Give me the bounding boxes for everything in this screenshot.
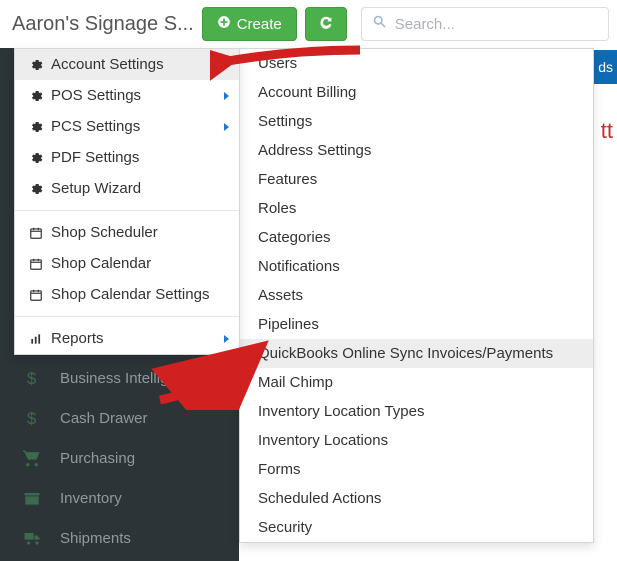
submenu-item[interactable]: Forms — [240, 455, 593, 484]
gear-icon — [29, 89, 43, 103]
submenu-item[interactable]: Pipelines — [240, 310, 593, 339]
submenu-item[interactable]: Security — [240, 513, 593, 542]
shop-name: Aaron's Signage S... — [8, 13, 194, 36]
submenu-item[interactable]: Scheduled Actions — [240, 484, 593, 513]
bar-chart-icon — [29, 332, 43, 346]
gear-icon — [29, 151, 43, 165]
svg-text:$: $ — [27, 369, 36, 388]
menu-shop-calendar[interactable]: Shop Calendar — [15, 248, 239, 279]
chevron-right-icon — [224, 335, 229, 343]
menu-label: PCS Settings — [51, 118, 140, 135]
menu-setup-wizard[interactable]: Setup Wizard — [15, 173, 239, 204]
calendar-icon — [29, 257, 43, 271]
cart-icon — [22, 448, 42, 468]
menu-label: Reports — [51, 330, 104, 347]
refresh-button[interactable] — [305, 7, 347, 41]
truck-icon — [22, 528, 42, 548]
menu-pcs-settings[interactable]: PCS Settings — [15, 111, 239, 142]
page-title-fragment: tt — [601, 118, 613, 144]
dollar-icon: $ — [22, 408, 42, 428]
header: Aaron's Signage S... Create — [0, 0, 617, 48]
menu-label: Account Settings — [51, 56, 164, 73]
submenu-item[interactable]: Inventory Locations — [240, 426, 593, 455]
search-icon — [372, 14, 387, 34]
menu-reports[interactable]: Reports — [15, 323, 239, 354]
menu-separator — [15, 316, 239, 317]
menu-shop-scheduler[interactable]: Shop Scheduler — [15, 217, 239, 248]
submenu-item[interactable]: QuickBooks Online Sync Invoices/Payments — [240, 339, 593, 368]
create-button[interactable]: Create — [202, 7, 297, 41]
chevron-right-icon — [224, 123, 229, 131]
submenu-item[interactable]: Categories — [240, 223, 593, 252]
rail-label: Shipments — [60, 530, 131, 547]
rail-item-shipments[interactable]: Shipments — [0, 518, 239, 558]
submenu-item[interactable]: Roles — [240, 194, 593, 223]
menu-separator — [15, 210, 239, 211]
submenu-item[interactable]: Inventory Location Types — [240, 397, 593, 426]
calendar-icon — [29, 288, 43, 302]
menu-label: POS Settings — [51, 87, 141, 104]
account-settings-submenu: UsersAccount BillingSettingsAddress Sett… — [239, 48, 594, 543]
submenu-item[interactable]: Address Settings — [240, 136, 593, 165]
menu-label: Setup Wizard — [51, 180, 141, 197]
settings-dropdown: Account Settings POS Settings PCS Settin… — [14, 48, 240, 355]
gear-icon — [29, 182, 43, 196]
submenu-item[interactable]: Features — [240, 165, 593, 194]
svg-text:$: $ — [27, 409, 36, 428]
search-box[interactable] — [361, 7, 609, 41]
rail-item-cash[interactable]: $ Cash Drawer — [0, 398, 239, 438]
box-icon — [22, 488, 42, 508]
menu-account-settings[interactable]: Account Settings — [15, 49, 239, 80]
search-input[interactable] — [395, 16, 598, 33]
rail-item-inventory[interactable]: Inventory — [0, 478, 239, 518]
menu-pos-settings[interactable]: POS Settings — [15, 80, 239, 111]
menu-shop-calendar-settings[interactable]: Shop Calendar Settings — [15, 279, 239, 310]
submenu-item[interactable]: Settings — [240, 107, 593, 136]
rail-item-bi[interactable]: $ Business Intelligence — [0, 358, 239, 398]
menu-label: PDF Settings — [51, 149, 139, 166]
rail-item-purchase[interactable]: Purchasing — [0, 438, 239, 478]
rail-label: Business Intelligence — [60, 370, 201, 387]
rail-label: Inventory — [60, 490, 122, 507]
menu-pdf-settings[interactable]: PDF Settings — [15, 142, 239, 173]
submenu-item[interactable]: Notifications — [240, 252, 593, 281]
rail-label: Cash Drawer — [60, 410, 148, 427]
submenu-item[interactable]: Users — [240, 49, 593, 78]
rail-label: Purchasing — [60, 450, 135, 467]
submenu-item[interactable]: Mail Chimp — [240, 368, 593, 397]
refresh-icon — [318, 14, 334, 35]
menu-label: Shop Calendar Settings — [51, 286, 209, 303]
submenu-item[interactable]: Assets — [240, 281, 593, 310]
gear-icon — [29, 120, 43, 134]
dollar-icon: $ — [22, 368, 42, 388]
gear-icon — [29, 58, 43, 72]
chevron-right-icon — [224, 92, 229, 100]
plus-icon — [217, 15, 231, 34]
create-label: Create — [237, 16, 282, 33]
menu-label: Shop Scheduler — [51, 224, 158, 241]
submenu-item[interactable]: Account Billing — [240, 78, 593, 107]
calendar-icon — [29, 226, 43, 240]
menu-label: Shop Calendar — [51, 255, 151, 272]
